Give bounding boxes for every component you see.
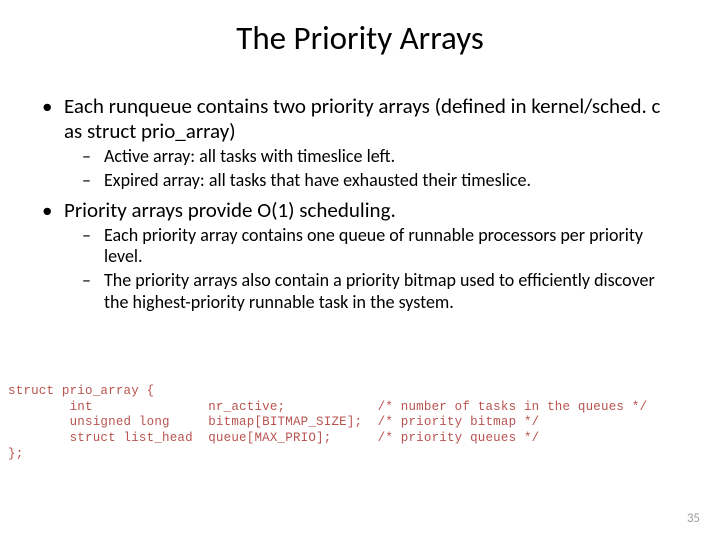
sub-bullet-item: The priority arrays also contain a prior…: [64, 270, 680, 313]
sub-bullet-text: Expired array: all tasks that have exhau…: [104, 169, 531, 191]
sub-bullet-text: The priority arrays also contain a prior…: [104, 269, 655, 313]
slide: The Priority Arrays Each runqueue contai…: [0, 0, 720, 540]
bullet-text: Each runqueue contains two priority arra…: [64, 93, 660, 144]
slide-body: Each runqueue contains two priority arra…: [0, 68, 720, 313]
page-number: 35: [687, 511, 700, 526]
sub-bullet-list: Active array: all tasks with timeslice l…: [64, 146, 680, 191]
slide-title: The Priority Arrays: [0, 0, 720, 68]
sub-bullet-list: Each priority array contains one queue o…: [64, 225, 680, 313]
bullet-text: Priority arrays provide O(1) scheduling.: [64, 197, 396, 223]
sub-bullet-item: Active array: all tasks with timeslice l…: [64, 146, 680, 168]
bullet-list: Each runqueue contains two priority arra…: [40, 94, 680, 313]
sub-bullet-text: Each priority array contains one queue o…: [104, 224, 643, 268]
bullet-item: Priority arrays provide O(1) scheduling.…: [40, 198, 680, 314]
sub-bullet-text: Active array: all tasks with timeslice l…: [104, 145, 395, 167]
code-snippet: struct prio_array { int nr_active; /* nu…: [8, 384, 647, 462]
sub-bullet-item: Each priority array contains one queue o…: [64, 225, 680, 268]
sub-bullet-item: Expired array: all tasks that have exhau…: [64, 170, 680, 192]
bullet-item: Each runqueue contains two priority arra…: [40, 94, 680, 192]
